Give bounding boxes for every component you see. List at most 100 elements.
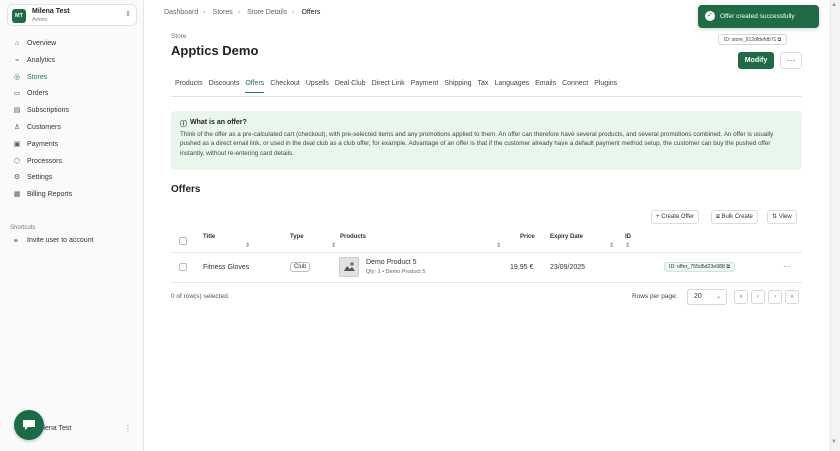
scroll-up-icon[interactable]: ▲: [831, 2, 837, 8]
tab-direct-link[interactable]: Direct Link: [372, 80, 405, 93]
breadcrumb-stores[interactable]: Stores: [213, 9, 233, 16]
sidebar-item-payments[interactable]: ▣ Payments: [9, 138, 137, 155]
tab-connect[interactable]: Connect: [562, 80, 588, 93]
tab-emails[interactable]: Emails: [535, 80, 556, 93]
sort-expiry-icon[interactable]: ⇕: [609, 242, 614, 249]
tab-checkout[interactable]: Checkout: [270, 80, 300, 93]
selection-status: 0 of row(s) selected.: [171, 293, 230, 300]
col-expiry[interactable]: Expiry Date: [550, 234, 583, 240]
store-id-badge[interactable]: ID: store_912dfdefdb71 ⧉: [718, 34, 788, 45]
bulk-create-label: Bulk Create: [721, 214, 753, 220]
row-actions-icon[interactable]: ···: [783, 262, 791, 271]
sidebar-item-orders[interactable]: ▭ Orders: [9, 87, 137, 104]
breadcrumb: Dashboard › Stores › Store Details › Offers: [164, 9, 325, 16]
sidebar-item-settings[interactable]: ⚙ Settings: [9, 171, 137, 188]
store-label: Store: [171, 33, 187, 40]
workspace-role: Admin: [32, 17, 48, 23]
tab-discounts[interactable]: Discounts: [209, 80, 240, 93]
tab-products[interactable]: Products: [175, 80, 203, 93]
chevron-updown-icon: ⇕: [125, 11, 131, 18]
tab-plugins[interactable]: Plugins: [594, 80, 617, 93]
sidebar-item-stores[interactable]: ◎ Stores: [9, 71, 137, 88]
sidebar-item-label: Subscriptions: [27, 107, 70, 115]
next-page-button[interactable]: ›: [768, 290, 782, 304]
stores-icon: ◎: [13, 73, 21, 81]
sort-id-icon[interactable]: ⇕: [625, 242, 630, 249]
offers-table: Title ⇕ Type ⇕ Products ⇕ Price Expiry D…: [171, 230, 802, 283]
chat-button[interactable]: [14, 410, 44, 440]
sidebar-item-label: Settings: [27, 174, 53, 182]
col-id[interactable]: ID: [625, 234, 631, 240]
sort-products-icon[interactable]: ⇕: [496, 242, 501, 249]
shortcuts-label: Shortcuts: [10, 225, 36, 231]
analytics-icon: ⌁: [14, 56, 20, 64]
sidebar: MT Milena Test Admin ⇕ ⌂ Overview ⌁ Analyti…: [0, 0, 144, 451]
modify-button[interactable]: Modify: [738, 52, 774, 69]
prev-page-button[interactable]: ‹: [751, 290, 765, 304]
col-price[interactable]: Price: [520, 234, 535, 240]
sidebar-item-label: Orders: [27, 90, 49, 98]
sidebar-item-subscriptions[interactable]: ▤ Subscriptions: [9, 104, 137, 121]
row-checkbox[interactable]: [179, 263, 187, 271]
offer-id-badge[interactable]: ID: offer_755d5d23e988 ⧉: [664, 262, 736, 272]
page-scrollbar[interactable]: ▲ ▼: [829, 0, 840, 451]
view-label: View: [778, 214, 792, 220]
sort-title-icon[interactable]: ⇕: [245, 242, 250, 249]
type-badge: Club: [290, 262, 311, 272]
sidebar-item-processors[interactable]: ⬡ Processors: [9, 155, 137, 172]
workspace-name: Milena Test: [32, 8, 70, 15]
chevron-right-icon: ›: [203, 9, 206, 16]
col-title[interactable]: Title: [203, 234, 215, 240]
copy-icon: ⧉: [777, 37, 782, 43]
type-cell: Club: [290, 262, 311, 272]
chevron-right-icon: ›: [237, 9, 241, 16]
view-button[interactable]: ⇅ View: [767, 210, 797, 224]
sidebar-item-label: Payments: [27, 140, 59, 148]
breadcrumb-offers: Offers: [301, 9, 321, 16]
tab-payment[interactable]: Payment: [411, 80, 439, 93]
col-products[interactable]: Products: [340, 234, 366, 240]
last-page-button[interactable]: »: [785, 290, 799, 304]
workspace-switcher[interactable]: MT Milena Test Admin ⇕: [7, 4, 137, 26]
create-offer-button[interactable]: + Create Offer: [651, 210, 700, 224]
tab-upsells[interactable]: Upsells: [306, 80, 329, 93]
tab-offers[interactable]: Offers: [245, 80, 265, 93]
breadcrumb-store-details[interactable]: Store Details: [247, 9, 287, 16]
scroll-down-icon[interactable]: ▼: [831, 439, 837, 445]
plus-icon: +: [656, 214, 660, 220]
chevron-right-icon: ›: [292, 9, 295, 16]
sidebar-item-label: Billing Reports: [27, 191, 73, 199]
table-row[interactable]: Fitness Gloves Club Demo Product 5 Qty: …: [171, 253, 802, 283]
page-title: Apptics Demo: [171, 43, 259, 58]
sort-type-icon[interactable]: ⇕: [331, 242, 336, 249]
orders-icon: ▭: [13, 90, 21, 98]
breadcrumb-dashboard[interactable]: Dashboard: [164, 9, 198, 16]
col-type[interactable]: Type: [290, 234, 304, 240]
tab-deal-club[interactable]: Deal Club: [335, 80, 366, 93]
bulk-create-button[interactable]: ⧇ Bulk Create: [711, 210, 758, 224]
table-header: Title ⇕ Type ⇕ Products ⇕ Price Expiry D…: [171, 230, 802, 253]
product-image-icon: [340, 258, 358, 276]
shortcut-invite-user[interactable]: ⚭ Invite user to account: [13, 237, 94, 245]
payments-icon: ▣: [13, 140, 21, 148]
sidebar-item-label: Overview: [27, 40, 57, 47]
more-vertical-icon[interactable]: ⋮: [124, 424, 132, 433]
tab-languages[interactable]: Languages: [494, 80, 529, 93]
sidebar-item-overview[interactable]: ⌂ Overview: [9, 37, 137, 54]
offer-id-cell[interactable]: ID: offer_755d5d23e988 ⧉: [664, 262, 736, 272]
tab-shipping[interactable]: Shipping: [444, 80, 471, 93]
sliders-icon: ⇅: [772, 214, 778, 220]
toast-text: Offer created successfully: [720, 13, 795, 20]
stack-icon: ⧇: [716, 214, 720, 220]
more-actions-button[interactable]: ···: [780, 52, 802, 69]
tab-tax[interactable]: Tax: [478, 80, 489, 93]
sidebar-item-analytics[interactable]: ⌁ Analytics: [9, 54, 137, 71]
subscriptions-icon: ▤: [13, 107, 21, 115]
rows-per-page-select[interactable]: 20 ⌄: [687, 289, 727, 305]
first-page-button[interactable]: «: [734, 290, 748, 304]
sidebar-item-billing-reports[interactable]: ▦ Billing Reports: [9, 188, 137, 205]
sidebar-item-customers[interactable]: ♙ Customers: [9, 121, 137, 138]
select-all-checkbox[interactable]: [179, 237, 187, 245]
rows-per-page-value: 20: [694, 293, 702, 300]
chevron-down-icon: ⌄: [715, 294, 721, 300]
